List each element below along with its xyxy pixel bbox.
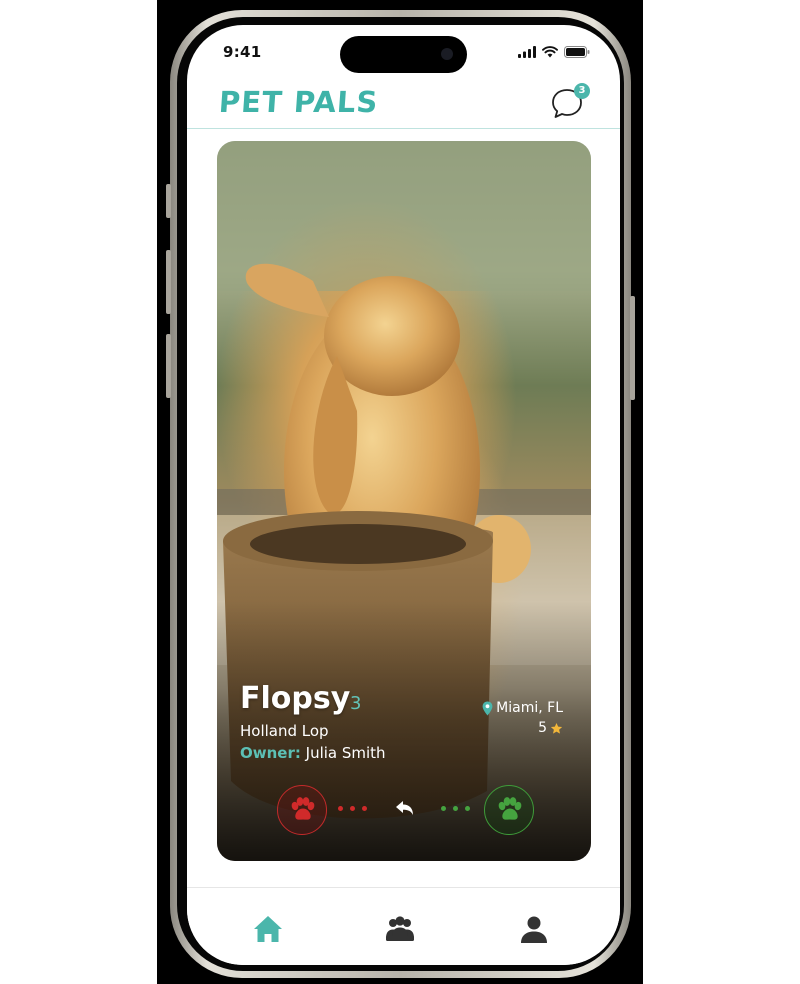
app-logo[interactable]: PET PALS — [218, 85, 380, 119]
dislike-indicator-dots — [338, 806, 367, 811]
owner-info: Owner: Julia Smith — [240, 744, 386, 762]
swipe-actions — [217, 785, 591, 837]
action-button — [166, 184, 171, 218]
pet-location: Miami, FL — [482, 700, 563, 716]
app-header: PET PALS 3 — [187, 81, 620, 129]
signal-icon — [518, 46, 536, 58]
location-text: Miami, FL — [496, 700, 563, 716]
pet-name: Flopsy — [240, 681, 351, 716]
pet-breed: Holland Lop — [240, 722, 329, 740]
like-indicator-dots — [441, 806, 470, 811]
undo-arrow-icon[interactable] — [394, 798, 416, 820]
owner-name[interactable]: Julia Smith — [306, 744, 386, 762]
camera-icon — [441, 48, 453, 60]
battery-icon — [564, 46, 590, 58]
star-icon — [550, 722, 563, 734]
bottom-tab-bar — [187, 887, 620, 965]
like-button[interactable] — [484, 785, 534, 835]
notification-badge: 3 — [574, 83, 590, 99]
group-icon[interactable] — [383, 912, 417, 946]
pet-age: 3 — [350, 693, 362, 714]
power-button — [630, 296, 635, 400]
user-icon[interactable] — [517, 912, 551, 946]
paw-icon — [498, 797, 522, 820]
volume-down-button — [166, 334, 171, 398]
status-icons — [518, 45, 590, 59]
paw-icon — [291, 797, 315, 820]
home-icon[interactable] — [251, 912, 285, 946]
wifi-icon — [542, 46, 558, 58]
dislike-button[interactable] — [277, 785, 327, 835]
phone-screen: 9:41 PET PALS 3 Flopsy 3 Holland Lop Own… — [187, 25, 620, 965]
rating-value: 5 — [538, 720, 547, 736]
owner-label: Owner: — [240, 744, 301, 762]
pet-rating: 5 — [538, 720, 563, 736]
status-time: 9:41 — [223, 43, 262, 61]
status-bar: 9:41 — [187, 25, 620, 81]
dynamic-island — [340, 36, 467, 73]
pet-card[interactable]: Flopsy 3 Holland Lop Owner: Julia Smith … — [217, 141, 591, 861]
map-pin-icon — [482, 701, 493, 715]
volume-up-button — [166, 250, 171, 314]
